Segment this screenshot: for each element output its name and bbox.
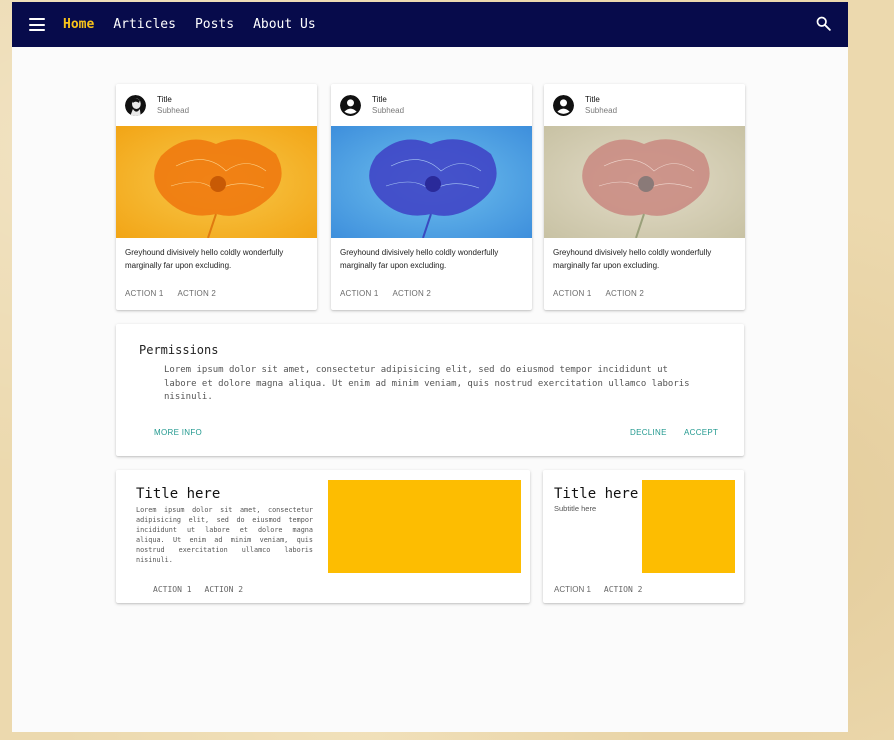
card-subhead: Subhead (157, 106, 190, 115)
nav-posts[interactable]: Posts (195, 17, 234, 32)
card-title: Title here (136, 486, 221, 502)
card-title: Title here (554, 486, 639, 502)
action-2-button[interactable]: ACTION 2 (178, 289, 217, 298)
card-title: Title (372, 95, 387, 104)
nav-about-us[interactable]: About Us (253, 17, 316, 32)
card-title: Title (585, 95, 600, 104)
avatar (125, 94, 146, 116)
action-2-button[interactable]: ACTION 2 (393, 289, 432, 298)
top-app-bar: Home Articles Posts About Us (12, 2, 848, 47)
card-text: Greyhound divisively hello coldly wonder… (553, 248, 712, 270)
card-header: Title Subhead (116, 84, 317, 126)
nav-articles[interactable]: Articles (113, 17, 176, 32)
permissions-body: Lorem ipsum dolor sit amet, consectetur … (164, 365, 690, 402)
card-header: Title Subhead (331, 84, 532, 126)
action-1-button[interactable]: ACTION 1 (554, 585, 591, 594)
card-subtitle: Subtitle here (554, 504, 597, 513)
account-circle-icon (553, 94, 574, 116)
compact-card: Title here Subtitle here ACTION 1 ACTION… (543, 470, 744, 603)
account-circle-icon (340, 94, 361, 116)
media-card-2: Title Subhead Greyhound divisively hello… (331, 84, 532, 310)
card-subhead: Subhead (372, 106, 405, 115)
menu-icon[interactable] (29, 18, 45, 31)
action-1-button[interactable]: ACTION 1 (553, 289, 592, 298)
card-text: Greyhound divisively hello coldly wonder… (125, 248, 284, 270)
media-card-1: Title Subhead Greyhound divisively hello… (116, 84, 317, 310)
card-media (328, 480, 521, 573)
card-media (642, 480, 735, 573)
action-2-button[interactable]: ACTION 2 (606, 289, 645, 298)
card-text: Greyhound divisively hello coldly wonder… (340, 248, 499, 270)
action-1-button[interactable]: ACTION 1 (340, 289, 379, 298)
nav-home[interactable]: Home (63, 17, 94, 32)
card-header: Title Subhead (544, 84, 745, 126)
action-2-button[interactable]: ACTION 2 (205, 585, 244, 594)
permissions-card: Permissions Lorem ipsum dolor sit amet, … (116, 324, 744, 456)
media-card-3: Title Subhead Greyhound divisively hello… (544, 84, 745, 310)
card-image (116, 126, 317, 238)
accept-button[interactable]: ACCEPT (684, 428, 718, 437)
search-icon[interactable] (815, 15, 832, 32)
page: Home Articles Posts About Us Title Subhe… (12, 2, 848, 732)
card-image (544, 126, 745, 238)
action-2-button[interactable]: ACTION 2 (604, 585, 643, 594)
permissions-title: Permissions (139, 343, 219, 357)
action-1-button[interactable]: ACTION 1 (153, 585, 192, 594)
horizontal-card: Title here Lorem ipsum dolor sit amet, c… (116, 470, 530, 603)
card-title: Title (157, 95, 172, 104)
card-image (331, 126, 532, 238)
card-subhead: Subhead (585, 106, 618, 115)
more-info-button[interactable]: MORE INFO (154, 428, 202, 437)
card-body: Lorem ipsum dolor sit amet, consectetur … (136, 506, 313, 564)
action-1-button[interactable]: ACTION 1 (125, 289, 164, 298)
decline-button[interactable]: DECLINE (630, 428, 667, 437)
